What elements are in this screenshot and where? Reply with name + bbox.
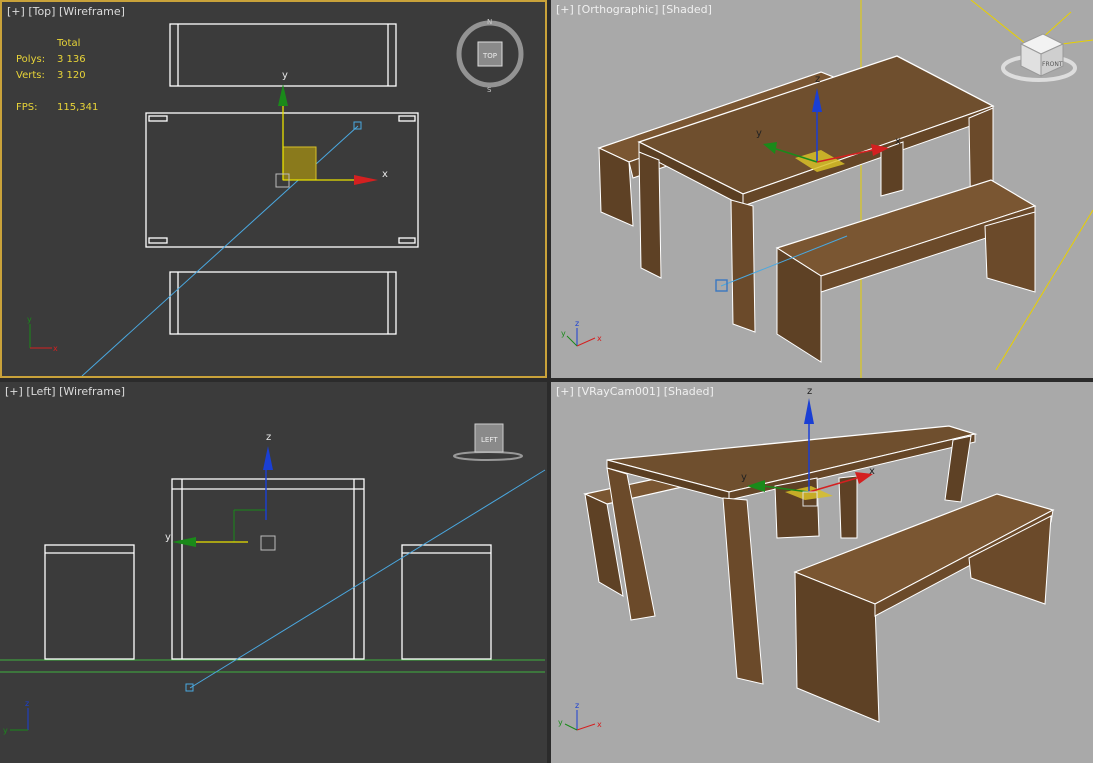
- svg-text:x: x: [869, 466, 875, 477]
- viewport-view-button[interactable]: [Top]: [28, 5, 55, 18]
- camera-shaded-canvas: z y x z x y: [558, 386, 1055, 731]
- svg-text:x: x: [597, 720, 602, 729]
- table-leg: [638, 151, 662, 279]
- viewport-label-top: [+] [Top] [Wireframe]: [7, 5, 125, 18]
- svg-text:N: N: [487, 18, 492, 26]
- viewport-view-button[interactable]: [Orthographic]: [577, 3, 658, 16]
- svg-text:z: z: [815, 74, 820, 85]
- svg-text:y: y: [165, 532, 171, 543]
- svg-text:z: z: [25, 699, 29, 708]
- table-side-outline: [171, 478, 365, 660]
- svg-text:y: y: [756, 128, 762, 139]
- bench-left-outline: [44, 544, 135, 660]
- svg-text:z: z: [575, 701, 579, 710]
- viewport-left[interactable]: z y LEFT z y [+] [Left] [Wireframe]: [0, 382, 547, 763]
- polys-value: 3 136: [57, 54, 86, 65]
- ortho-shaded-canvas: z y x FRONT z x y: [561, 0, 1093, 378]
- svg-text:x: x: [53, 344, 58, 353]
- viewport-view-button[interactable]: [VRayCam001]: [577, 385, 660, 398]
- viewcube-face-label: TOP: [482, 52, 497, 60]
- viewport-shading-button[interactable]: [Shaded]: [664, 385, 714, 398]
- svg-text:y: y: [27, 315, 32, 324]
- world-axis-icon: z x y: [561, 319, 602, 347]
- bench-bottom-outline: [169, 271, 397, 335]
- svg-text:z: z: [266, 432, 271, 443]
- viewport-shading-button[interactable]: [Wireframe]: [59, 385, 125, 398]
- viewport-label-camera: [+] [VRayCam001] [Shaded]: [556, 385, 714, 398]
- gizmo-z-arrow: [263, 446, 273, 470]
- viewport-top[interactable]: y x N S TOP y x [+] [Top] [Wireframe] To…: [0, 0, 547, 378]
- camera-target-icon: [353, 121, 362, 130]
- viewport-menu-button[interactable]: [+]: [556, 385, 574, 398]
- svg-text:y: y: [561, 329, 566, 338]
- stats-header: Total: [57, 38, 81, 49]
- viewport-label-ortho: [+] [Orthographic] [Shaded]: [556, 3, 712, 16]
- viewport-view-button[interactable]: [Left]: [26, 385, 55, 398]
- viewport-menu-button[interactable]: [+]: [7, 5, 25, 18]
- gizmo-z-arrow: [804, 398, 814, 424]
- viewport-menu-button[interactable]: [+]: [5, 385, 23, 398]
- svg-text:x: x: [597, 334, 602, 343]
- gizmo-plane: [282, 146, 317, 181]
- camera-target-icon: [185, 683, 194, 692]
- svg-text:y: y: [3, 726, 8, 735]
- viewport-menu-button[interactable]: [+]: [556, 3, 574, 16]
- camera-line: [81, 125, 359, 376]
- gizmo-x-label: x: [382, 169, 388, 180]
- gizmo-x-arrow: [354, 175, 378, 185]
- viewport-camera[interactable]: z y x z x y [+] [VRayCam001] [Shaded]: [551, 382, 1093, 763]
- fps-value: 115,341: [57, 102, 99, 113]
- verts-value: 3 120: [57, 70, 86, 81]
- svg-text:S: S: [487, 86, 492, 94]
- world-axis-icon: y x: [27, 315, 58, 353]
- left-wireframe-canvas: z y LEFT z y: [0, 423, 546, 735]
- svg-text:x: x: [895, 136, 901, 147]
- viewcube-face-label: FRONT: [1042, 61, 1063, 68]
- svg-text:z: z: [575, 319, 579, 328]
- gizmo-y-arrow: [172, 537, 196, 547]
- viewcube[interactable]: N S TOP: [456, 18, 524, 94]
- svg-text:y: y: [741, 472, 747, 483]
- world-axis-icon: z x y: [558, 701, 602, 731]
- camera-line: [189, 469, 546, 689]
- world-axis-icon: z y: [3, 699, 29, 735]
- viewcube[interactable]: FRONT: [1001, 33, 1077, 82]
- viewport-shading-button[interactable]: [Shaded]: [662, 3, 712, 16]
- gizmo-y-arrow: [278, 84, 288, 106]
- viewcube-face-label: LEFT: [481, 436, 498, 444]
- svg-text:y: y: [558, 718, 563, 727]
- viewport-orthographic[interactable]: z y x FRONT z x y [+] [Orthographic] [Sh…: [551, 0, 1093, 378]
- viewport-label-left: [+] [Left] [Wireframe]: [5, 385, 125, 398]
- viewport-shading-button[interactable]: [Wireframe]: [59, 5, 125, 18]
- svg-text:z: z: [807, 386, 812, 397]
- statistics-overlay: Total Polys: 3 136 Verts: 3 120 FPS: 115,34…: [16, 36, 98, 116]
- bench-right-outline: [401, 544, 492, 660]
- gizmo-y-label: y: [282, 70, 288, 81]
- viewcube[interactable]: LEFT: [453, 423, 523, 461]
